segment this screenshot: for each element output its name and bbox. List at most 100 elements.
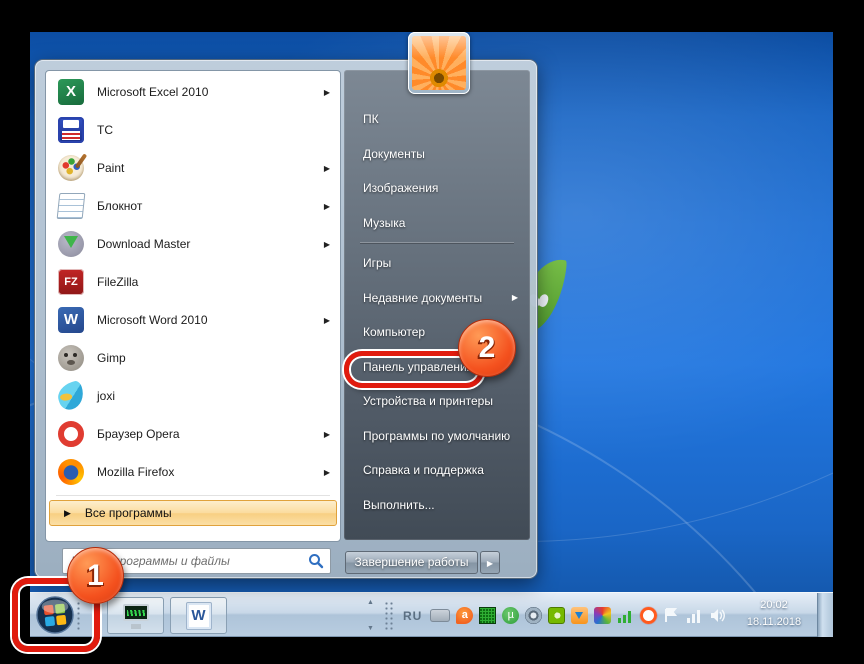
program-item-opera[interactable]: Браузер Opera ▶ (46, 415, 340, 453)
program-label: Paint (97, 161, 125, 175)
download-master-tray-icon[interactable] (571, 607, 589, 624)
filezilla-icon: FZ (58, 269, 84, 295)
program-label: Microsoft Word 2010 (97, 313, 208, 327)
spinner-up-icon[interactable]: ▲ (367, 599, 374, 606)
program-item-paint[interactable]: Paint ▶ (46, 149, 340, 187)
submenu-arrow-icon: ▶ (323, 467, 330, 477)
language-indicator[interactable]: RU (401, 609, 424, 623)
search-icon[interactable] (308, 553, 324, 569)
menu-item-pictures[interactable]: Изображения (344, 171, 530, 206)
avast-icon[interactable]: a (456, 607, 474, 624)
menu-item-label: Компьютер (363, 325, 426, 340)
notepad-icon (56, 193, 86, 219)
menu-item-label: Устройства и принтеры (363, 394, 493, 409)
submenu-arrow-icon: ▶ (323, 239, 330, 249)
program-label: Gimp (97, 351, 126, 365)
keyboard-icon[interactable] (430, 609, 451, 622)
word-icon: W (185, 601, 212, 630)
program-item-firefox[interactable]: Mozilla Firefox ▶ (46, 453, 340, 491)
taskbar-app-word[interactable]: W (170, 597, 227, 634)
submenu-arrow-icon: ▶ (323, 429, 330, 439)
program-item-tc[interactable]: TC (46, 111, 340, 149)
system-monitor-icon (121, 603, 151, 629)
menu-item-label: Недавние документы (363, 290, 483, 305)
clock-date: 18.11.2018 (746, 616, 802, 628)
menu-item-recent-documents[interactable]: Недавние документы ▶ (344, 281, 530, 316)
taskbar-scroll-spinner[interactable]: ▲ ▼ (363, 599, 378, 632)
volume-icon[interactable] (709, 607, 726, 624)
green-grid-tray-icon[interactable] (479, 607, 497, 624)
program-item-excel[interactable]: X Microsoft Excel 2010 ▶ (46, 73, 340, 111)
paint-icon (58, 155, 84, 181)
spinner-down-icon[interactable]: ▼ (367, 625, 374, 632)
submenu-arrow-icon: ▶ (323, 87, 330, 97)
screenshot-stage: W ▲ ▼ RU a µ 20:02 18.11.2018 X Microsof… (0, 0, 864, 664)
excel-icon: X (58, 79, 84, 105)
shutdown-options-arrow[interactable]: ▶ (480, 551, 500, 574)
network-signal-green-icon[interactable] (617, 607, 634, 624)
action-center-flag-icon[interactable] (663, 607, 680, 624)
menu-item-default-programs[interactable]: Программы по умолчанию (344, 419, 530, 454)
taskbar-clock[interactable]: 20:02 18.11.2018 (737, 597, 811, 631)
menu-item-label: Выполнить... (363, 497, 435, 512)
show-desktop-button[interactable] (817, 593, 833, 637)
total-commander-icon (58, 117, 84, 143)
colorful-app-tray-icon[interactable] (594, 607, 612, 624)
shutter-tray-icon[interactable] (525, 607, 543, 624)
program-item-gimp[interactable]: Gimp (46, 339, 340, 377)
word-icon: W (58, 307, 84, 333)
program-label: Microsoft Excel 2010 (97, 85, 209, 99)
menu-item-music[interactable]: Музыка (344, 206, 530, 241)
annotation-badge-1: 1 (67, 547, 124, 604)
start-menu-places-panel: ПК Документы Изображения Музыка Игры Нед… (344, 70, 530, 540)
start-menu-programs-panel: X Microsoft Excel 2010 ▶ TC Paint ▶ Блок… (45, 70, 341, 542)
divider (360, 242, 514, 243)
tray-grip[interactable] (384, 601, 394, 631)
program-label: Download Master (97, 237, 191, 251)
taskbar: W ▲ ▼ RU a µ 20:02 18.11.2018 (30, 592, 833, 637)
menu-item-label: ПК (363, 112, 379, 127)
menu-item-help-support[interactable]: Справка и поддержка (344, 453, 530, 488)
utorrent-icon[interactable]: µ (502, 607, 520, 624)
network-bars-icon[interactable] (686, 607, 703, 624)
program-item-word[interactable]: W Microsoft Word 2010 ▶ (46, 301, 340, 339)
program-label: Блокнот (97, 199, 143, 213)
program-item-filezilla[interactable]: FZ FileZilla (46, 263, 340, 301)
taskbar-app-system-monitor[interactable] (107, 597, 164, 634)
program-label: FileZilla (97, 275, 139, 289)
menu-item-label: Справка и поддержка (363, 463, 484, 478)
nvidia-icon[interactable] (548, 607, 566, 624)
menu-item-label: Изображения (363, 181, 439, 196)
user-avatar[interactable] (408, 32, 470, 94)
annotation-badge-2: 2 (458, 319, 516, 377)
program-label: Mozilla Firefox (97, 465, 175, 479)
program-item-joxi[interactable]: joxi (46, 377, 340, 415)
menu-item-label: Игры (363, 256, 392, 271)
menu-item-devices-printers[interactable]: Устройства и принтеры (344, 384, 530, 419)
menu-item-label: Документы (363, 146, 425, 161)
all-programs-arrow-icon: ▶ (64, 507, 71, 518)
joxi-icon (54, 379, 88, 413)
submenu-arrow-icon: ▶ (323, 201, 330, 211)
program-item-download-master[interactable]: Download Master ▶ (46, 225, 340, 263)
program-item-notepad[interactable]: Блокнот ▶ (46, 187, 340, 225)
program-label: TC (97, 123, 113, 137)
program-label: joxi (97, 389, 116, 403)
menu-item-pc[interactable]: ПК (344, 102, 530, 137)
menu-item-games[interactable]: Игры (344, 246, 530, 281)
menu-item-documents[interactable]: Документы (344, 137, 530, 172)
avatar-flower-image (412, 36, 466, 90)
download-master-icon (58, 231, 84, 257)
divider (56, 495, 330, 496)
menu-item-label: Музыка (363, 215, 406, 230)
clock-time: 20:02 (760, 599, 788, 611)
program-label: Браузер Opera (97, 427, 180, 441)
shutdown-button[interactable]: Завершение работы (345, 551, 478, 574)
menu-item-label: Программы по умолчанию (363, 428, 511, 443)
submenu-arrow-icon: ▶ (511, 293, 518, 303)
recorder-tray-icon[interactable] (640, 607, 658, 624)
all-programs-button[interactable]: ▶ Все программы (49, 500, 337, 526)
submenu-arrow-icon: ▶ (323, 163, 330, 173)
menu-item-run[interactable]: Выполнить... (344, 488, 530, 523)
start-menu: X Microsoft Excel 2010 ▶ TC Paint ▶ Блок… (35, 32, 537, 578)
